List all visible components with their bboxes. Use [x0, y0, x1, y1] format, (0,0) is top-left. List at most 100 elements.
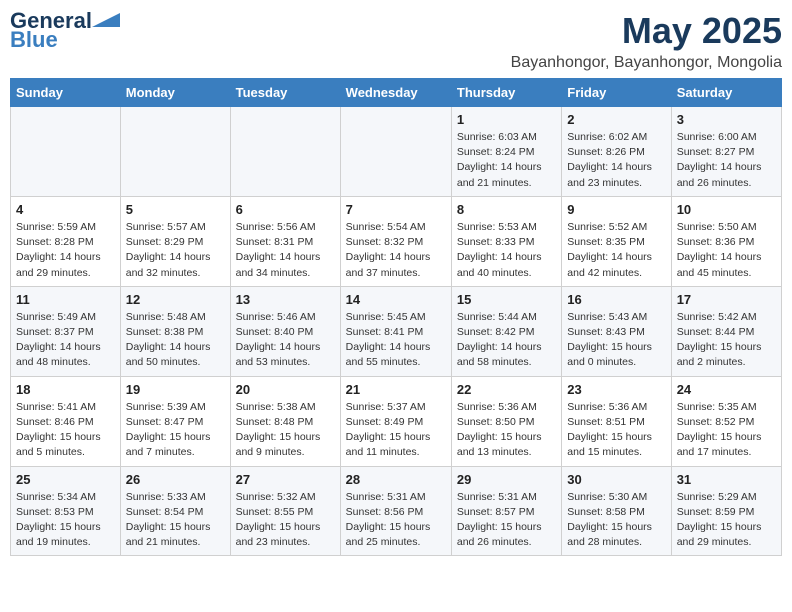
- day-number: 16: [567, 292, 665, 307]
- day-info: Sunrise: 5:43 AM Sunset: 8:43 PM Dayligh…: [567, 310, 665, 371]
- calendar-cell: 31 Sunrise: 5:29 AM Sunset: 8:59 PM Dayli…: [671, 466, 781, 556]
- logo-blue: Blue: [10, 29, 58, 51]
- column-header-tuesday: Tuesday: [230, 79, 340, 107]
- day-number: 18: [16, 382, 115, 397]
- calendar-cell: 28 Sunrise: 5:31 AM Sunset: 8:56 PM Dayli…: [340, 466, 451, 556]
- day-info: Sunrise: 5:31 AM Sunset: 8:56 PM Dayligh…: [346, 490, 446, 551]
- calendar-week-row: 25 Sunrise: 5:34 AM Sunset: 8:53 PM Dayli…: [11, 466, 782, 556]
- day-number: 27: [236, 472, 335, 487]
- calendar-cell: 6 Sunrise: 5:56 AM Sunset: 8:31 PM Daylig…: [230, 196, 340, 286]
- calendar-cell: [120, 107, 230, 197]
- calendar-cell: 3 Sunrise: 6:00 AM Sunset: 8:27 PM Daylig…: [671, 107, 781, 197]
- day-info: Sunrise: 5:45 AM Sunset: 8:41 PM Dayligh…: [346, 310, 446, 371]
- calendar-cell: 29 Sunrise: 5:31 AM Sunset: 8:57 PM Dayli…: [451, 466, 561, 556]
- day-number: 17: [677, 292, 776, 307]
- calendar-cell: 19 Sunrise: 5:39 AM Sunset: 8:47 PM Dayli…: [120, 376, 230, 466]
- day-info: Sunrise: 5:29 AM Sunset: 8:59 PM Dayligh…: [677, 490, 776, 551]
- calendar-cell: 30 Sunrise: 5:30 AM Sunset: 8:58 PM Dayli…: [562, 466, 671, 556]
- day-info: Sunrise: 5:39 AM Sunset: 8:47 PM Dayligh…: [126, 400, 225, 461]
- day-info: Sunrise: 6:02 AM Sunset: 8:26 PM Dayligh…: [567, 130, 665, 191]
- day-number: 31: [677, 472, 776, 487]
- column-header-sunday: Sunday: [11, 79, 121, 107]
- day-info: Sunrise: 5:36 AM Sunset: 8:51 PM Dayligh…: [567, 400, 665, 461]
- calendar-cell: 27 Sunrise: 5:32 AM Sunset: 8:55 PM Dayli…: [230, 466, 340, 556]
- day-number: 19: [126, 382, 225, 397]
- day-number: 24: [677, 382, 776, 397]
- calendar-cell: 1Sunrise: 6:03 AM Sunset: 8:24 PM Daylig…: [451, 107, 561, 197]
- day-number: 7: [346, 202, 446, 217]
- page-subtitle: Bayanhongor, Bayanhongor, Mongolia: [511, 54, 782, 72]
- calendar-cell: 5Sunrise: 5:57 AM Sunset: 8:29 PM Daylig…: [120, 196, 230, 286]
- column-header-saturday: Saturday: [671, 79, 781, 107]
- day-info: Sunrise: 5:46 AM Sunset: 8:40 PM Dayligh…: [236, 310, 335, 371]
- day-info: Sunrise: 5:57 AM Sunset: 8:29 PM Dayligh…: [126, 220, 225, 281]
- calendar-cell: 13 Sunrise: 5:46 AM Sunset: 8:40 PM Dayli…: [230, 286, 340, 376]
- calendar-cell: 22 Sunrise: 5:36 AM Sunset: 8:50 PM Dayli…: [451, 376, 561, 466]
- calendar-cell: 17 Sunrise: 5:42 AM Sunset: 8:44 PM Dayli…: [671, 286, 781, 376]
- day-number: 2: [567, 112, 665, 127]
- calendar-cell: 20 Sunrise: 5:38 AM Sunset: 8:48 PM Dayli…: [230, 376, 340, 466]
- calendar-week-row: 4 Sunrise: 5:59 AM Sunset: 8:28 PM Daylig…: [11, 196, 782, 286]
- title-block: May 2025 Bayanhongor, Bayanhongor, Mongo…: [511, 10, 782, 72]
- day-info: Sunrise: 5:49 AM Sunset: 8:37 PM Dayligh…: [16, 310, 115, 371]
- calendar-cell: 11Sunrise: 5:49 AM Sunset: 8:37 PM Dayli…: [11, 286, 121, 376]
- calendar-cell: 8Sunrise: 5:53 AM Sunset: 8:33 PM Daylig…: [451, 196, 561, 286]
- calendar-cell: 26Sunrise: 5:33 AM Sunset: 8:54 PM Dayli…: [120, 466, 230, 556]
- day-info: Sunrise: 5:41 AM Sunset: 8:46 PM Dayligh…: [16, 400, 115, 461]
- calendar-body: 1Sunrise: 6:03 AM Sunset: 8:24 PM Daylig…: [11, 107, 782, 556]
- calendar-cell: 12Sunrise: 5:48 AM Sunset: 8:38 PM Dayli…: [120, 286, 230, 376]
- day-number: 1: [457, 112, 556, 127]
- calendar-cell: 9Sunrise: 5:52 AM Sunset: 8:35 PM Daylig…: [562, 196, 671, 286]
- day-info: Sunrise: 6:00 AM Sunset: 8:27 PM Dayligh…: [677, 130, 776, 191]
- day-number: 3: [677, 112, 776, 127]
- day-number: 12: [126, 292, 225, 307]
- calendar-cell: 24Sunrise: 5:35 AM Sunset: 8:52 PM Dayli…: [671, 376, 781, 466]
- day-info: Sunrise: 5:31 AM Sunset: 8:57 PM Dayligh…: [457, 490, 556, 551]
- day-info: Sunrise: 5:54 AM Sunset: 8:32 PM Dayligh…: [346, 220, 446, 281]
- day-number: 25: [16, 472, 115, 487]
- column-header-wednesday: Wednesday: [340, 79, 451, 107]
- day-info: Sunrise: 5:56 AM Sunset: 8:31 PM Dayligh…: [236, 220, 335, 281]
- calendar-cell: 25 Sunrise: 5:34 AM Sunset: 8:53 PM Dayli…: [11, 466, 121, 556]
- day-info: Sunrise: 5:42 AM Sunset: 8:44 PM Dayligh…: [677, 310, 776, 371]
- logo-arrow-icon: [92, 13, 120, 27]
- calendar-week-row: 11Sunrise: 5:49 AM Sunset: 8:37 PM Dayli…: [11, 286, 782, 376]
- calendar-cell: 21 Sunrise: 5:37 AM Sunset: 8:49 PM Dayli…: [340, 376, 451, 466]
- day-number: 13: [236, 292, 335, 307]
- calendar-cell: 15 Sunrise: 5:44 AM Sunset: 8:42 PM Dayli…: [451, 286, 561, 376]
- day-number: 10: [677, 202, 776, 217]
- day-number: 6: [236, 202, 335, 217]
- calendar-cell: 23 Sunrise: 5:36 AM Sunset: 8:51 PM Dayli…: [562, 376, 671, 466]
- calendar-cell: 18 Sunrise: 5:41 AM Sunset: 8:46 PM Dayli…: [11, 376, 121, 466]
- calendar-header-row: SundayMondayTuesdayWednesdayThursdayFrid…: [11, 79, 782, 107]
- day-number: 14: [346, 292, 446, 307]
- day-number: 21: [346, 382, 446, 397]
- day-number: 4: [16, 202, 115, 217]
- day-number: 29: [457, 472, 556, 487]
- day-info: Sunrise: 5:30 AM Sunset: 8:58 PM Dayligh…: [567, 490, 665, 551]
- day-info: Sunrise: 5:59 AM Sunset: 8:28 PM Dayligh…: [16, 220, 115, 281]
- calendar-cell: [11, 107, 121, 197]
- day-info: Sunrise: 5:44 AM Sunset: 8:42 PM Dayligh…: [457, 310, 556, 371]
- calendar-cell: 4 Sunrise: 5:59 AM Sunset: 8:28 PM Daylig…: [11, 196, 121, 286]
- day-number: 26: [126, 472, 225, 487]
- day-number: 15: [457, 292, 556, 307]
- logo: General Blue: [10, 10, 120, 51]
- day-number: 20: [236, 382, 335, 397]
- calendar-cell: [340, 107, 451, 197]
- calendar-cell: 10Sunrise: 5:50 AM Sunset: 8:36 PM Dayli…: [671, 196, 781, 286]
- day-number: 9: [567, 202, 665, 217]
- day-info: Sunrise: 5:37 AM Sunset: 8:49 PM Dayligh…: [346, 400, 446, 461]
- calendar-week-row: 18 Sunrise: 5:41 AM Sunset: 8:46 PM Dayli…: [11, 376, 782, 466]
- day-info: Sunrise: 5:32 AM Sunset: 8:55 PM Dayligh…: [236, 490, 335, 551]
- day-number: 22: [457, 382, 556, 397]
- day-number: 30: [567, 472, 665, 487]
- calendar-cell: [230, 107, 340, 197]
- day-info: Sunrise: 5:34 AM Sunset: 8:53 PM Dayligh…: [16, 490, 115, 551]
- day-info: Sunrise: 5:36 AM Sunset: 8:50 PM Dayligh…: [457, 400, 556, 461]
- day-number: 28: [346, 472, 446, 487]
- day-number: 23: [567, 382, 665, 397]
- page-title: May 2025: [511, 10, 782, 52]
- day-info: Sunrise: 5:38 AM Sunset: 8:48 PM Dayligh…: [236, 400, 335, 461]
- column-header-thursday: Thursday: [451, 79, 561, 107]
